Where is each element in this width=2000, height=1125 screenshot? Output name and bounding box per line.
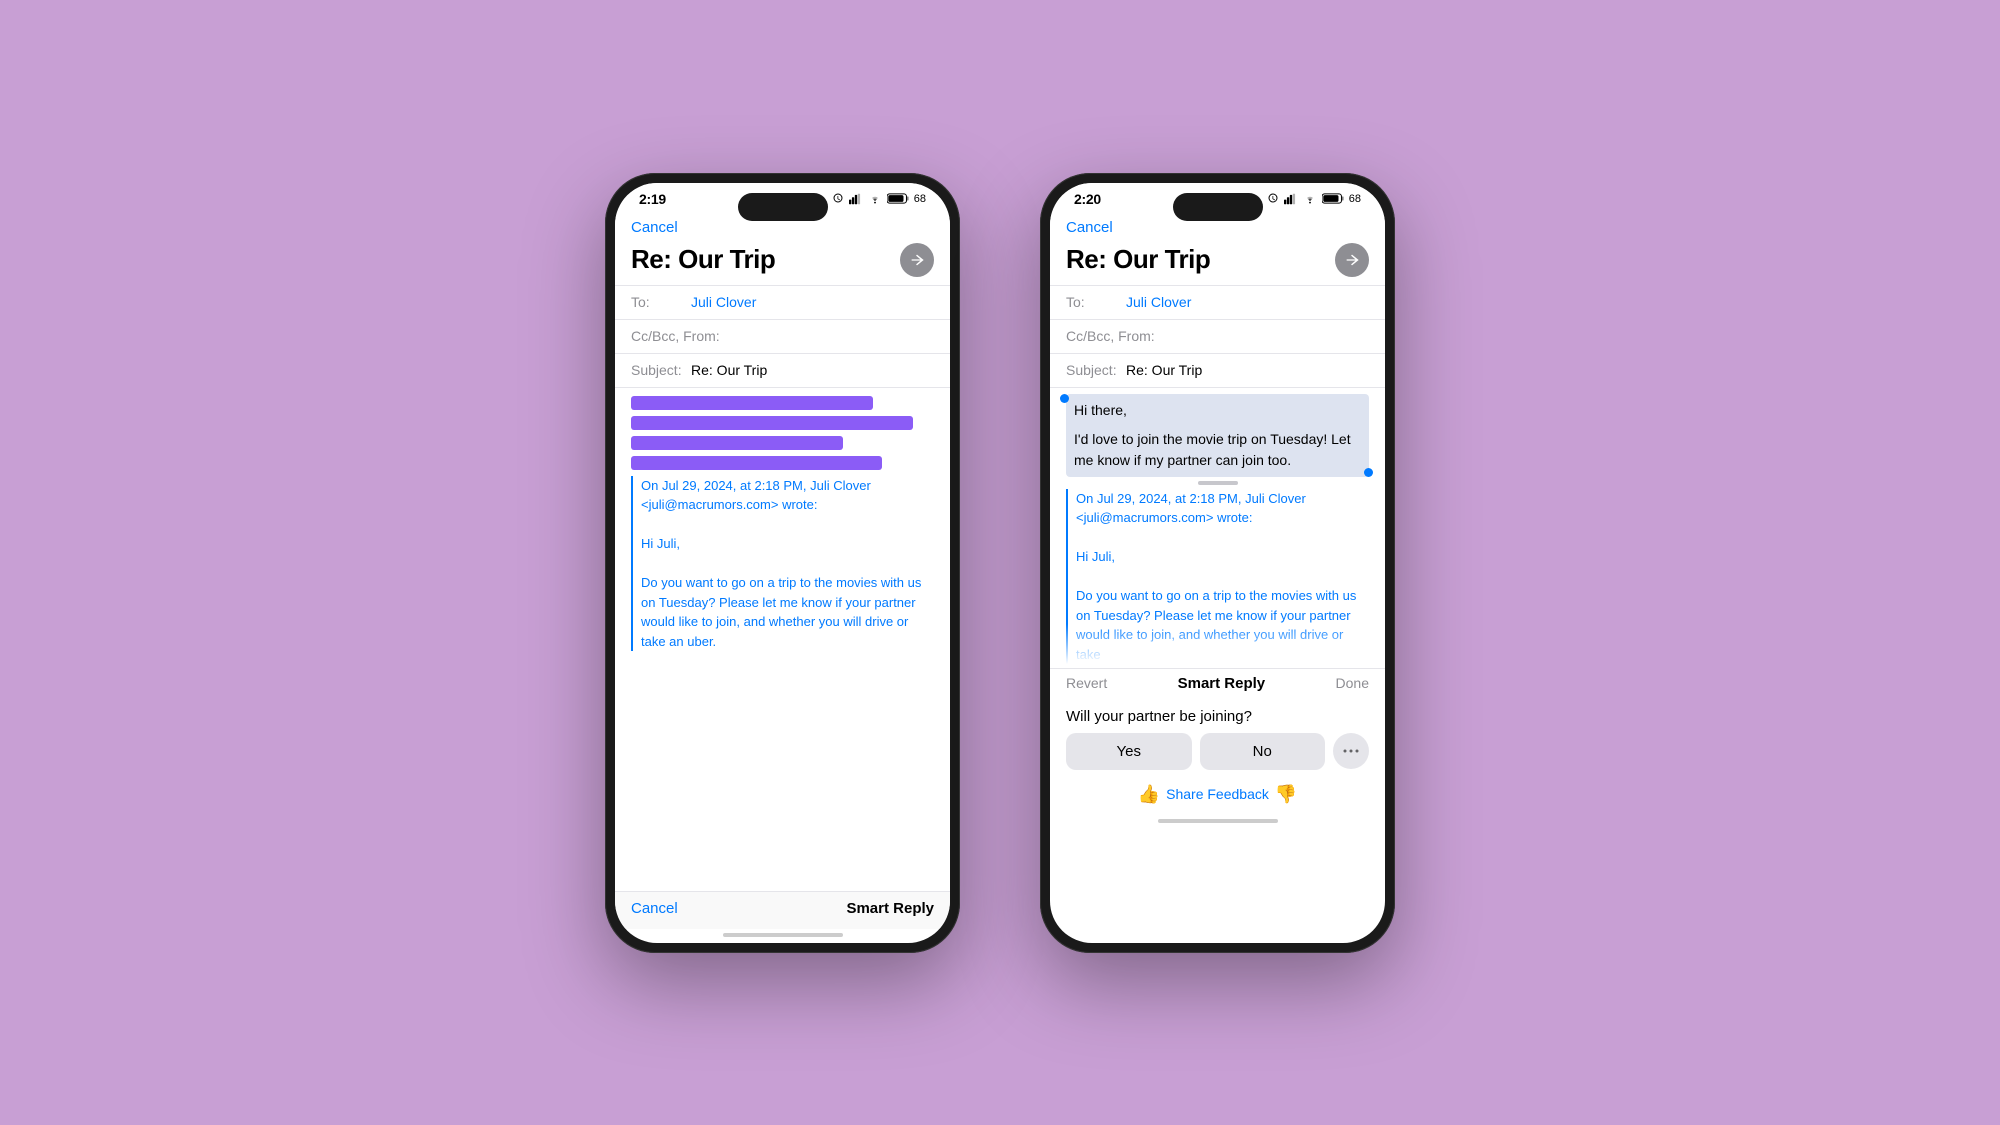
- quoted-header-right: On Jul 29, 2024, at 2:18 PM, Juli Clover…: [1076, 489, 1369, 528]
- subject-field-right: Subject: Re: Our Trip: [1050, 354, 1385, 388]
- redacted-line-2: [631, 416, 913, 430]
- cancel-top-right[interactable]: Cancel: [1066, 219, 1113, 236]
- subject-label-left: Subject:: [631, 362, 691, 378]
- reply-body: I'd love to join the movie trip on Tuesd…: [1074, 429, 1361, 471]
- question-text: Will your partner be joining?: [1066, 708, 1369, 725]
- phone-left: 2:19: [605, 173, 960, 953]
- quoted-header-left: On Jul 29, 2024, at 2:18 PM, Juli Clover…: [641, 476, 934, 515]
- alarm-icon: [832, 193, 844, 205]
- selection-handle-bottom: [1364, 468, 1373, 477]
- send-button-left[interactable]: [900, 243, 934, 277]
- phone-right: 2:20: [1040, 173, 1395, 953]
- quoted-container-right: On Jul 29, 2024, at 2:18 PM, Juli Clover…: [1066, 481, 1369, 665]
- wifi-icon-right: [1303, 193, 1317, 204]
- to-value-left[interactable]: Juli Clover: [691, 294, 756, 310]
- done-button[interactable]: Done: [1336, 675, 1369, 691]
- cc-field-right: Cc/Bcc, From:: [1050, 320, 1385, 354]
- to-label-right: To:: [1066, 294, 1126, 310]
- time-right: 2:20: [1074, 191, 1101, 207]
- signal-icon: [849, 193, 863, 205]
- redacted-line-3: [631, 436, 843, 450]
- signal-icon-right: [1284, 193, 1298, 205]
- compose-title-left: Re: Our Trip: [631, 244, 775, 275]
- question-options: Yes No: [1066, 733, 1369, 770]
- subject-field-left: Subject: Re: Our Trip: [615, 354, 950, 388]
- cc-field-left: Cc/Bcc, From:: [615, 320, 950, 354]
- compose-body-right[interactable]: Hi there, I'd love to join the movie tri…: [1050, 388, 1385, 668]
- to-value-right[interactable]: Juli Clover: [1126, 294, 1191, 310]
- status-bar-right: 2:20: [1050, 183, 1385, 211]
- to-label-left: To:: [631, 294, 691, 310]
- option-yes[interactable]: Yes: [1066, 733, 1192, 770]
- compose-header-left: Cancel Re: Our Trip: [615, 211, 950, 286]
- quoted-body-left: Do you want to go on a trip to the movie…: [641, 573, 934, 651]
- cancel-top-left[interactable]: Cancel: [631, 219, 678, 236]
- option-no[interactable]: No: [1200, 733, 1326, 770]
- phone-left-screen: 2:19: [615, 183, 950, 943]
- reply-greeting: Hi there,: [1074, 400, 1361, 421]
- send-button-right[interactable]: [1335, 243, 1369, 277]
- compose-body-left[interactable]: On Jul 29, 2024, at 2:18 PM, Juli Clover…: [615, 388, 950, 891]
- scroll-handle-right: [1198, 481, 1238, 485]
- status-icons-left: 68: [832, 193, 926, 205]
- subject-value-right: Re: Our Trip: [1126, 362, 1202, 378]
- phone-right-screen: 2:20: [1050, 183, 1385, 943]
- dynamic-island-left: [738, 193, 828, 221]
- dynamic-island-right: [1173, 193, 1263, 221]
- home-indicator-right: [1158, 819, 1278, 823]
- compose-title-right: Re: Our Trip: [1066, 244, 1210, 275]
- quoted-body-right: Do you want to go on a trip to the movie…: [1076, 586, 1369, 664]
- bottom-toolbar-left: Cancel Smart Reply: [615, 891, 950, 929]
- status-bar-left: 2:19: [615, 183, 950, 211]
- home-indicator-left: [723, 933, 843, 937]
- time-left: 2:19: [639, 191, 666, 207]
- battery-pct-left: 68: [914, 193, 926, 205]
- cc-label-left: Cc/Bcc, From:: [631, 328, 720, 344]
- compose-header-right: Cancel Re: Our Trip: [1050, 211, 1385, 286]
- selected-text-block: Hi there, I'd love to join the movie tri…: [1066, 394, 1369, 477]
- subject-label-right: Subject:: [1066, 362, 1126, 378]
- share-feedback-text[interactable]: Share Feedback: [1166, 786, 1269, 802]
- redacted-line-1: [631, 396, 873, 410]
- smart-reply-question: Will your partner be joining? Yes No: [1050, 698, 1385, 778]
- wifi-icon: [868, 193, 882, 204]
- to-field-left: To: Juli Clover: [615, 286, 950, 320]
- toolbar-smart-reply-left[interactable]: Smart Reply: [846, 900, 934, 917]
- alarm-icon-right: [1267, 193, 1279, 205]
- ellipsis-icon: [1343, 749, 1359, 753]
- feedback-row: 👍 Share Feedback 👎: [1050, 778, 1385, 815]
- cc-label-right: Cc/Bcc, From:: [1066, 328, 1155, 344]
- battery-pct-right: 68: [1349, 193, 1361, 205]
- option-more[interactable]: [1333, 733, 1369, 769]
- revert-button[interactable]: Revert: [1066, 675, 1107, 691]
- smart-reply-toolbar: Revert Smart Reply Done: [1050, 668, 1385, 698]
- battery-icon-right: [1322, 193, 1344, 204]
- battery-icon: [887, 193, 909, 204]
- quoted-text-right: On Jul 29, 2024, at 2:18 PM, Juli Clover…: [1066, 489, 1369, 665]
- subject-value-left: Re: Our Trip: [691, 362, 767, 378]
- selection-handle-top: [1060, 394, 1069, 403]
- quoted-greeting-left: Hi Juli,: [641, 534, 934, 554]
- thumbs-up-icon[interactable]: 👍: [1138, 784, 1160, 805]
- to-field-right: To: Juli Clover: [1050, 286, 1385, 320]
- status-icons-right: 68: [1267, 193, 1361, 205]
- thumbs-down-icon[interactable]: 👎: [1275, 784, 1297, 805]
- redacted-block: [631, 396, 934, 470]
- quoted-greeting-right: Hi Juli,: [1076, 547, 1369, 567]
- redacted-line-4: [631, 456, 882, 470]
- smart-reply-label: Smart Reply: [1178, 675, 1266, 692]
- quoted-text-left: On Jul 29, 2024, at 2:18 PM, Juli Clover…: [631, 476, 934, 652]
- text-selection-area[interactable]: Hi there, I'd love to join the movie tri…: [1066, 394, 1369, 477]
- toolbar-cancel-left[interactable]: Cancel: [631, 900, 678, 917]
